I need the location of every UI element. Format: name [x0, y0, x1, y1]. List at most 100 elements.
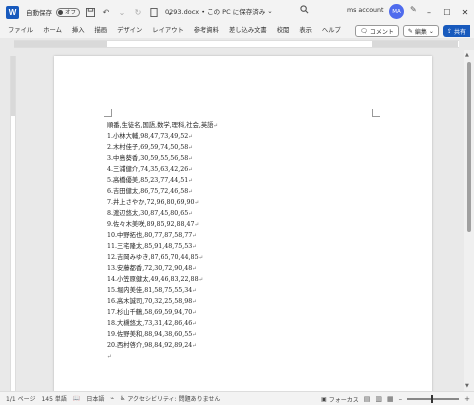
- zoom-in-icon[interactable]: +: [464, 395, 470, 403]
- vruler-top-margin: [11, 56, 15, 116]
- tab-view[interactable]: 表示: [294, 24, 317, 38]
- ruler-area: [0, 38, 474, 50]
- ruler-left-margin: [14, 41, 107, 47]
- ribbon-tabs: ファイル ホーム 挿入 描画 デザイン レイアウト 参考資料 差し込み文書 校閲…: [0, 24, 474, 38]
- account-name[interactable]: ms account: [347, 7, 384, 14]
- doc-line: 12.吉岡みゆき,87,65,70,44,85↵: [107, 254, 204, 261]
- tab-home[interactable]: ホーム: [38, 24, 67, 38]
- accessibility-icon: ♿: [119, 395, 126, 402]
- scroll-up-icon[interactable]: ▲: [465, 52, 469, 58]
- doc-line: 14.小笠原健太,49,46,83,22,88↵: [107, 276, 204, 283]
- share-icon: ⇪: [446, 27, 452, 35]
- chevron-down-icon: ⌄: [267, 7, 273, 15]
- search-icon[interactable]: [300, 5, 309, 16]
- vertical-scrollbar[interactable]: ▲ ▼: [464, 50, 474, 391]
- autosave-state: オフ: [65, 10, 77, 16]
- doc-line: 4.三浦健介,74,35,63,42,26↵: [107, 166, 193, 173]
- ribbon-actions: 🗨 コメント ✎ 編集 ⌄ ⇪ 共有: [355, 25, 474, 37]
- page-count[interactable]: 1/1 ページ: [6, 394, 35, 403]
- zoom-knob[interactable]: [431, 395, 434, 403]
- doc-line: 16.高木誠司,70,32,25,58,98↵: [107, 298, 197, 305]
- autosave-toggle[interactable]: オフ: [56, 7, 81, 17]
- proofing-icon[interactable]: 📖: [73, 395, 80, 402]
- tab-mailings[interactable]: 差し込み文書: [224, 24, 272, 38]
- save-icon[interactable]: [84, 5, 96, 19]
- word-logo-icon: W: [6, 5, 19, 19]
- status-bar: 1/1 ページ 145 単語 📖 日本語 ⌁ ♿ アクセシビリティ: 問題ありま…: [0, 391, 474, 405]
- scroll-down-icon[interactable]: ▼: [465, 383, 469, 389]
- document-canvas: 順番,生徒名,国語,数学,理科,社会,英語↵ 1.小林大輔,98,47,73,4…: [16, 50, 464, 391]
- share-label: 共有: [453, 28, 466, 36]
- doc-line: 1.小林大輔,98,47,73,49,52↵: [107, 133, 193, 140]
- window-controls: – ☐ ✕: [420, 0, 474, 24]
- zoom-out-icon[interactable]: –: [399, 395, 403, 403]
- doc-line: 15.堀内美佳,81,58,75,55,34↵: [107, 287, 197, 294]
- tab-layout[interactable]: レイアウト: [147, 24, 188, 38]
- document-title[interactable]: 0293.docx • この PC に保存済み ⌄: [165, 6, 273, 16]
- tab-file[interactable]: ファイル: [3, 24, 38, 38]
- avatar[interactable]: MA: [389, 4, 404, 19]
- doc-line: 19.佐野美和,88,94,38,60,55↵: [107, 331, 197, 338]
- margin-corner-top-right: [372, 109, 380, 117]
- comment-icon: 🗨: [360, 27, 368, 35]
- language[interactable]: 日本語: [86, 394, 104, 403]
- redo-icon[interactable]: ↻: [132, 5, 144, 19]
- tab-references[interactable]: 参考資料: [189, 24, 224, 38]
- toggle-knob: [58, 9, 63, 15]
- doc-line: 10.中野拓也,80,77,87,58,77↵: [107, 232, 197, 239]
- doc-line: 2.木村佳子,69,59,74,50,58↵: [107, 144, 193, 151]
- prediction-icon[interactable]: ⌁: [110, 395, 114, 402]
- undo-icon[interactable]: ↶: [100, 5, 112, 19]
- tab-review[interactable]: 校閲: [272, 24, 295, 38]
- doc-line: 3.中島葵香,30,59,55,56,58↵: [107, 155, 193, 162]
- tab-draw[interactable]: 描画: [89, 24, 112, 38]
- tab-insert[interactable]: 挿入: [67, 24, 90, 38]
- title-bar-left: W 自動保存 オフ ↶ ⌄ ↻ ⌄: [0, 5, 176, 19]
- minimize-icon[interactable]: –: [420, 0, 438, 24]
- doc-line: 13.安藤都香,72,30,72,90,48↵: [107, 265, 197, 272]
- autosave-label: 自動保存: [26, 9, 52, 17]
- chevron-down-icon: ⌄: [428, 27, 434, 35]
- edit-label: 編集: [414, 28, 427, 36]
- doc-line: 18.大槻悠太,73,31,42,86,46↵: [107, 320, 197, 327]
- share-button[interactable]: ⇪ 共有: [442, 25, 470, 37]
- horizontal-ruler[interactable]: [14, 40, 459, 48]
- chevron-down-icon[interactable]: ⌄: [116, 5, 128, 19]
- margin-corner-top-left: [104, 109, 112, 117]
- accessibility-status[interactable]: ♿ アクセシビリティ: 問題ありません: [120, 394, 220, 403]
- doc-line: 9.佐々木美咲,89,85,92,88,47↵: [107, 221, 200, 228]
- edit-button[interactable]: ✎ 編集 ⌄: [402, 25, 439, 37]
- document-page[interactable]: 順番,生徒名,国語,数学,理科,社会,英語↵ 1.小林大輔,98,47,73,4…: [54, 56, 432, 391]
- pen-icon[interactable]: ✎: [410, 5, 417, 14]
- status-right: ▣ フォーカス ▤ ▥ ▦ – +: [315, 392, 470, 405]
- doc-line: 5.高橋優美,85,23,77,44,51↵: [107, 177, 193, 184]
- doc-line: 順番,生徒名,国語,数学,理科,社会,英語↵: [107, 122, 219, 129]
- word-count[interactable]: 145 単語: [41, 394, 66, 403]
- doc-line: 8.渡辺悠太,30,87,45,80,65↵: [107, 210, 193, 217]
- title-bar: W 自動保存 オフ ↶ ⌄ ↻ ⌄ 0293.docx • この PC に保存済…: [0, 0, 474, 24]
- ruler-right-margin: [372, 41, 458, 47]
- document-body[interactable]: 順番,生徒名,国語,数学,理科,社会,英語↵ 1.小林大輔,98,47,73,4…: [107, 120, 218, 362]
- page-icon[interactable]: [148, 5, 160, 19]
- web-layout-icon[interactable]: ▦: [387, 395, 394, 403]
- focus-icon: ▣: [321, 395, 327, 403]
- comment-label: コメント: [369, 28, 394, 36]
- close-icon[interactable]: ✕: [456, 0, 474, 24]
- focus-button[interactable]: ▣ フォーカス: [321, 395, 359, 404]
- maximize-icon[interactable]: ☐: [438, 0, 456, 24]
- read-mode-icon[interactable]: ▤: [364, 395, 371, 403]
- document-title-text: 0293.docx • この PC に保存済み: [165, 8, 266, 16]
- doc-line: 6.吉田健太,86,75,72,46,58↵: [107, 188, 193, 195]
- print-layout-icon[interactable]: ▥: [375, 395, 382, 403]
- accessibility-text: アクセシビリティ: 問題ありません: [127, 396, 221, 403]
- comment-button[interactable]: 🗨 コメント: [355, 25, 399, 37]
- focus-label: フォーカス: [328, 396, 359, 404]
- doc-line: 11.三宅隆太,85,91,48,75,53↵: [107, 243, 197, 250]
- scroll-thumb[interactable]: [467, 62, 471, 232]
- doc-line: 17.杉山千鶴,58,69,59,94,70↵: [107, 309, 197, 316]
- doc-line: 20.西村啓介,98,84,92,89,24↵: [107, 342, 197, 349]
- tab-help[interactable]: ヘルプ: [317, 24, 346, 38]
- doc-line-empty: ↵: [107, 354, 112, 360]
- zoom-slider[interactable]: [407, 395, 460, 403]
- tab-design[interactable]: デザイン: [112, 24, 147, 38]
